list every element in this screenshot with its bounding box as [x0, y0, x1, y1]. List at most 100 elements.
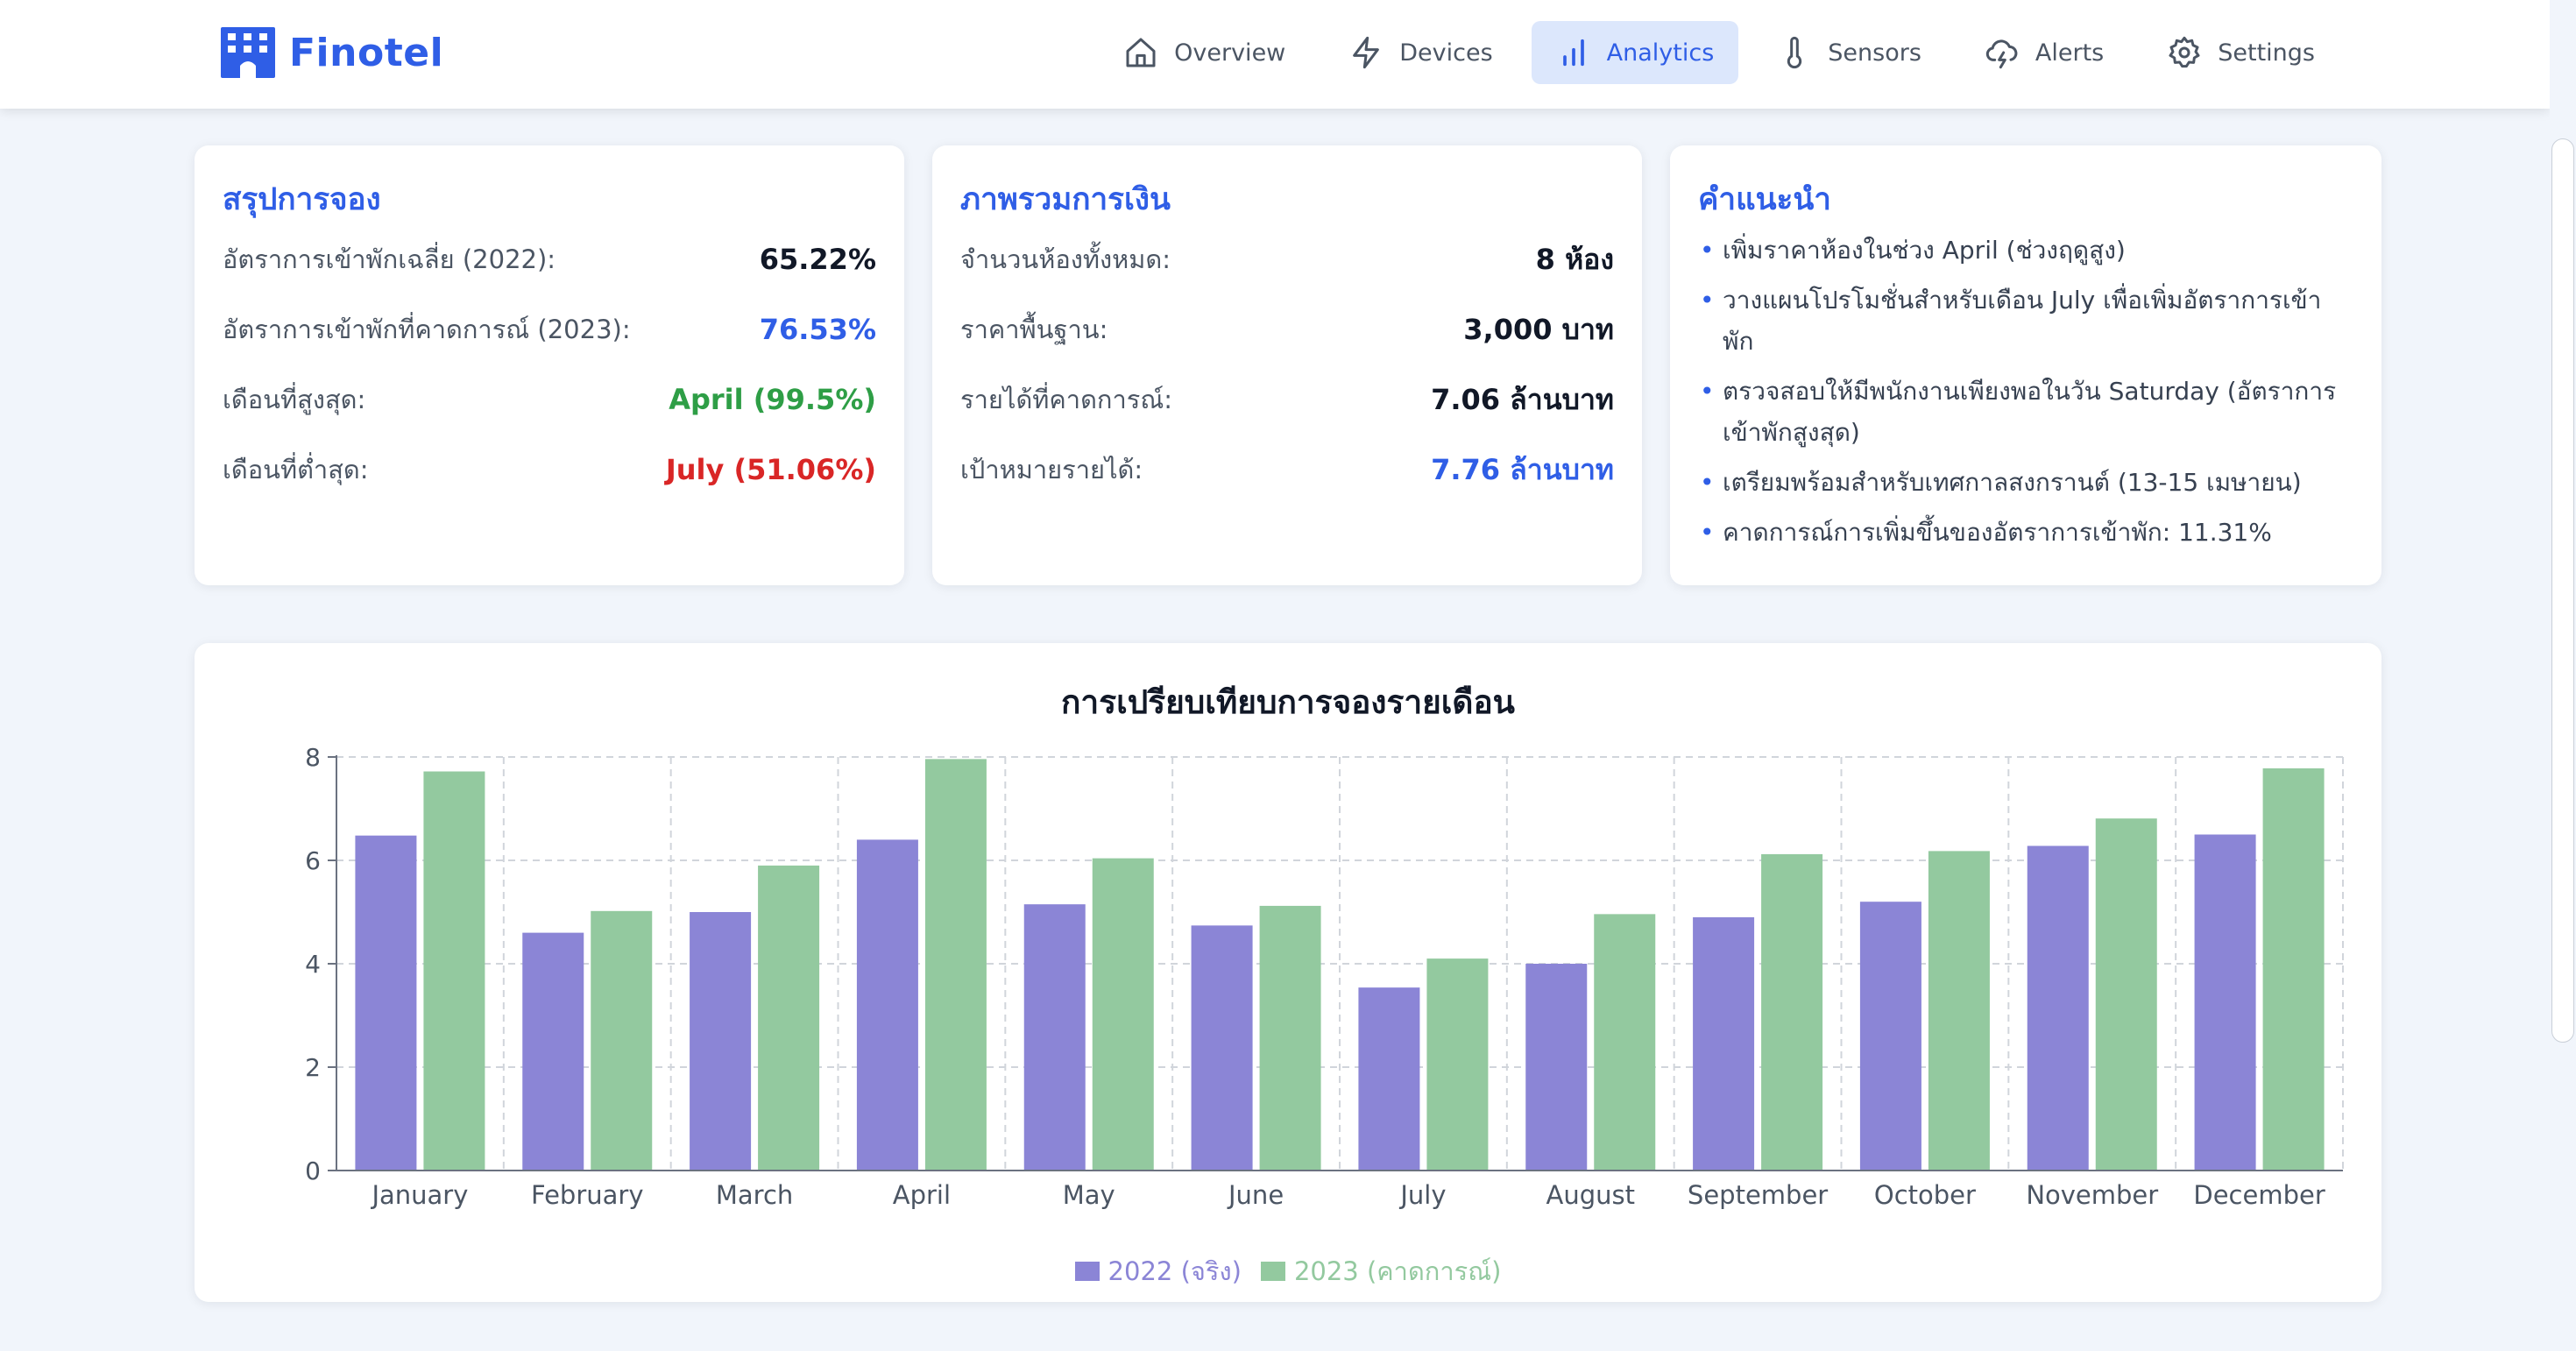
- y-tick-label: 2: [305, 1053, 321, 1082]
- nav-overview[interactable]: Overview: [1099, 21, 1310, 84]
- booking-summary-rows: อัตราการเข้าพักเฉลี่ย (2022): 65.22% อัต…: [195, 145, 904, 585]
- nav-settings[interactable]: Settings: [2142, 21, 2339, 84]
- stat-label: อัตราการเข้าพักที่คาดการณ์ (2023):: [223, 315, 631, 344]
- x-tick-label: November: [2026, 1180, 2158, 1210]
- bar-2022-january: [355, 835, 417, 1171]
- bar-2022-june: [1191, 925, 1253, 1171]
- stat-value: 76.53%: [759, 313, 876, 346]
- legend-swatch: [1074, 1262, 1100, 1281]
- nav-label: Settings: [2218, 39, 2315, 67]
- x-tick-label: December: [2193, 1180, 2325, 1210]
- x-tick-label: August: [1546, 1180, 1636, 1210]
- stat-row-forecast-revenue: รายได้ที่คาดการณ์: 7.06 ล้านบาท: [960, 378, 1614, 421]
- nav-sensors[interactable]: Sensors: [1752, 21, 1946, 84]
- stat-row-base-price: ราคาพื้นฐาน: 3,000 บาท: [960, 308, 1614, 350]
- bar-2022-september: [1693, 916, 1755, 1171]
- stat-label: อัตราการเข้าพักเฉลี่ย (2022):: [223, 244, 556, 274]
- stat-value: April (99.5%): [669, 383, 876, 416]
- bar-2023-november: [2095, 818, 2157, 1171]
- y-tick-label: 0: [305, 1156, 321, 1185]
- stat-row-forecast-occupancy-2023: อัตราการเข้าพักที่คาดการณ์ (2023): 76.53…: [223, 308, 876, 350]
- x-tick-label: March: [716, 1180, 793, 1210]
- bar-2023-april: [924, 759, 987, 1171]
- stat-value: 3,000 บาท: [1463, 312, 1614, 346]
- bar-2023-may: [1092, 858, 1154, 1171]
- bar-2022-february: [522, 932, 584, 1171]
- x-tick-label: June: [1227, 1180, 1284, 1210]
- stat-value: 8 ห้อง: [1535, 242, 1614, 276]
- legend-swatch: [1260, 1262, 1285, 1281]
- legend-item-2023[interactable]: 2023 (คาดการณ์): [1260, 1251, 1502, 1291]
- nav-label: Alerts: [2035, 39, 2105, 67]
- legend-item-2022[interactable]: 2022 (จริง): [1074, 1251, 1242, 1291]
- bar-2023-september: [1761, 853, 1823, 1171]
- hotel-building-icon: [221, 27, 275, 78]
- bar-2023-december: [2262, 767, 2325, 1171]
- stat-label: เป้าหมายรายได้:: [960, 455, 1143, 485]
- stat-label: เดือนที่ต่ำสุด:: [223, 455, 369, 485]
- bar-2022-october: [1859, 902, 1921, 1171]
- x-tick-label: July: [1398, 1180, 1446, 1210]
- bar-2022-december: [2194, 834, 2256, 1171]
- nav-devices[interactable]: Devices: [1324, 21, 1517, 84]
- lightning-icon: [1353, 36, 1380, 69]
- bar-2023-march: [758, 865, 820, 1171]
- home-icon: [1126, 38, 1156, 67]
- stat-label: รายได้ที่คาดการณ์:: [960, 385, 1172, 414]
- stat-label: เดือนที่สูงสุด:: [223, 385, 366, 414]
- stat-label: จำนวนห้องทั้งหมด:: [960, 244, 1171, 274]
- gear-icon: [2169, 36, 2200, 68]
- page-scrollbar-thumb[interactable]: [2551, 138, 2574, 1043]
- nav-alerts[interactable]: Alerts: [1960, 21, 2128, 84]
- bar-2023-july: [1426, 958, 1489, 1171]
- top-navigation-bar: Finotel Overview Devices Analytics Senso…: [0, 0, 2550, 109]
- stat-value: 7.76 ล้านบาท: [1431, 452, 1614, 486]
- stat-row-lowest-month: เดือนที่ต่ำสุด: July (51.06%): [223, 449, 876, 491]
- recommendation-item: คาดการณ์การเพิ่มขึ้นของอัตราการเข้าพัก: …: [1698, 512, 2346, 553]
- cloud-alert-icon: [1985, 39, 2018, 69]
- y-tick-label: 4: [305, 950, 321, 979]
- nav-label: Devices: [1399, 39, 1493, 67]
- bar-chart: 0 2 4 6 8 January February March April May June Jul…: [305, 743, 2344, 1210]
- recommendation-item: เพิ่มราคาห้องในช่วง April (ช่วงฤดูสูง): [1698, 230, 2346, 271]
- brand-logo-link[interactable]: Finotel: [221, 25, 443, 81]
- brand-name: Finotel: [289, 30, 444, 75]
- stat-value: July (51.06%): [665, 453, 876, 486]
- legend-label: 2022 (จริง): [1108, 1256, 1242, 1286]
- stat-row-revenue-target: เป้าหมายรายได้: 7.76 ล้านบาท: [960, 449, 1614, 491]
- nav-label: Overview: [1174, 39, 1286, 67]
- stat-value: 65.22%: [759, 243, 876, 276]
- stat-label: ราคาพื้นฐาน:: [960, 315, 1108, 344]
- x-tick-label: February: [531, 1180, 644, 1210]
- bar-chart-icon: [1562, 39, 1584, 67]
- recommendations-card: คำแนะนำ เพิ่มราคาห้องในช่วง April (ช่วงฤ…: [1670, 145, 2381, 585]
- card-title: คำแนะนำ: [1698, 182, 1831, 217]
- finance-overview-card: ภาพรวมการเงิน จำนวนห้องทั้งหมด: 8 ห้อง ร…: [932, 145, 1642, 585]
- bar-2022-july: [1358, 987, 1420, 1171]
- bar-2022-april: [856, 839, 918, 1171]
- stat-row-total-rooms: จำนวนห้องทั้งหมด: 8 ห้อง: [960, 238, 1614, 280]
- x-tick-label: May: [1063, 1180, 1115, 1210]
- bar-2023-october: [1928, 851, 1990, 1171]
- nav-label: Sensors: [1828, 39, 1921, 67]
- x-tick-label: September: [1688, 1180, 1828, 1210]
- card-title: ภาพรวมการเงิน: [960, 182, 1171, 217]
- chart-legend: 2022 (จริง) 2023 (คาดการณ์): [195, 1251, 2381, 1291]
- bar-2023-august: [1594, 914, 1656, 1171]
- bar-2022-march: [690, 912, 752, 1171]
- bar-2022-may: [1023, 904, 1086, 1171]
- bar-2023-february: [591, 910, 653, 1171]
- recommendation-item: เตรียมพร้อมสำหรับเทศกาลสงกรานต์ (13-15 เ…: [1698, 462, 2346, 503]
- bar-2022-august: [1525, 964, 1588, 1171]
- bar-2022-november: [2027, 845, 2089, 1171]
- legend-label: 2023 (คาดการณ์): [1293, 1256, 1502, 1286]
- bar-2023-june: [1259, 905, 1321, 1171]
- y-tick-label: 8: [305, 743, 321, 772]
- y-tick-label: 6: [305, 846, 321, 875]
- bar-2023-january: [423, 771, 485, 1171]
- main-nav: Overview Devices Analytics Sensors Alert…: [1099, 21, 2339, 84]
- x-tick-label: January: [370, 1180, 468, 1210]
- stat-value: 7.06 ล้านบาท: [1431, 382, 1614, 416]
- recommendation-list: เพิ่มราคาห้องในช่วง April (ช่วงฤดูสูง) ว…: [1698, 230, 2346, 562]
- nav-analytics[interactable]: Analytics: [1531, 21, 1739, 84]
